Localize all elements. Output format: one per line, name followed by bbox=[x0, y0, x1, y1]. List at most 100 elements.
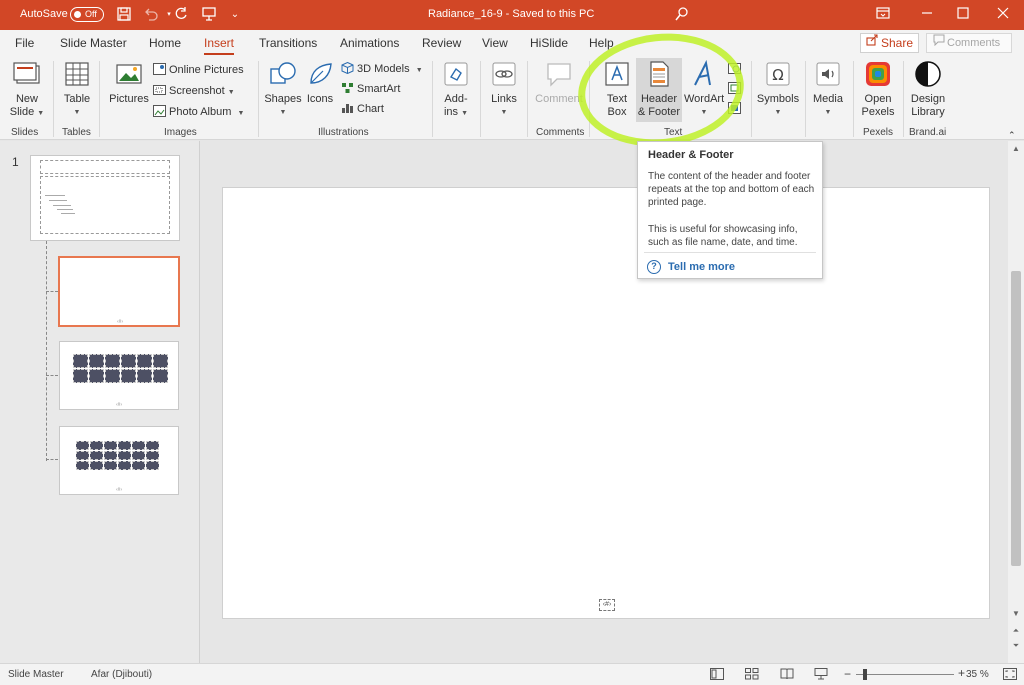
table-cell-placeholder bbox=[104, 461, 117, 470]
tab-insert[interactable]: Insert bbox=[204, 36, 235, 55]
cube-icon bbox=[341, 61, 354, 75]
chevron-down-icon: ▼ bbox=[73, 109, 81, 116]
table-cell-placeholder bbox=[118, 441, 131, 450]
symbols-button[interactable]: Ω Symbols ▼ bbox=[756, 59, 800, 119]
table-cell-placeholder bbox=[73, 354, 88, 368]
present-icon[interactable] bbox=[200, 6, 218, 24]
language-label[interactable]: Afar (Djibouti) bbox=[91, 669, 152, 680]
table-cell-placeholder bbox=[121, 369, 136, 383]
table-cell-placeholder bbox=[153, 354, 168, 368]
layout-thumbnail-grid-2[interactable]: ‹#› bbox=[59, 426, 179, 495]
screenshot-button[interactable]: Screenshot ▼ bbox=[153, 84, 235, 100]
slide-number-placeholder[interactable]: ‹#› bbox=[599, 599, 615, 611]
previous-slide-icon[interactable]: ⏶ bbox=[1008, 626, 1024, 636]
close-icon[interactable] bbox=[993, 5, 1013, 25]
brand-ai-icon bbox=[913, 59, 943, 89]
slide-number-label: 1 bbox=[12, 155, 19, 169]
layout-connector bbox=[46, 291, 58, 292]
normal-view-icon[interactable] bbox=[710, 668, 724, 680]
comments-button[interactable]: Comments bbox=[926, 33, 1012, 53]
chevron-down-icon: ▼ bbox=[279, 109, 287, 116]
minimize-icon[interactable] bbox=[917, 5, 937, 25]
slideshow-icon[interactable] bbox=[814, 668, 828, 680]
customize-toolbar-icon[interactable]: ⌄ bbox=[226, 6, 244, 24]
autosave-toggle[interactable]: Off bbox=[70, 7, 104, 22]
search-icon[interactable] bbox=[673, 6, 691, 24]
title-bar: AutoSave Off ▾ ⌄ Radiance_16-9 - Saved t… bbox=[0, 0, 1024, 30]
tab-review[interactable]: Review bbox=[422, 36, 461, 50]
pexels-icon bbox=[863, 59, 893, 89]
maximize-icon[interactable] bbox=[953, 5, 973, 25]
reading-view-icon[interactable] bbox=[780, 668, 794, 680]
group-label-slides: Slides bbox=[11, 127, 39, 138]
share-button[interactable]: Share bbox=[860, 33, 919, 53]
zoom-level[interactable]: 35 % bbox=[966, 669, 989, 680]
media-button[interactable]: Media ▼ bbox=[810, 59, 846, 119]
undo-icon[interactable] bbox=[142, 6, 160, 24]
fit-to-window-icon[interactable] bbox=[1003, 668, 1017, 680]
slide-canvas[interactable]: ‹#› bbox=[222, 187, 990, 619]
tab-animations[interactable]: Animations bbox=[340, 36, 399, 50]
tab-slide-master[interactable]: Slide Master bbox=[60, 36, 127, 50]
chart-button[interactable]: Chart bbox=[341, 102, 384, 116]
group-separator bbox=[432, 61, 433, 137]
tab-hislide[interactable]: HiSlide bbox=[530, 36, 568, 50]
layout-thumbnail-grid-1[interactable]: ‹#› bbox=[59, 341, 179, 410]
save-icon[interactable] bbox=[115, 6, 133, 24]
comment-button[interactable]: Comment bbox=[533, 59, 585, 106]
table-cell-placeholder bbox=[132, 441, 145, 450]
scrollbar-thumb[interactable] bbox=[1011, 271, 1021, 566]
3d-models-button[interactable]: 3D Models ▼ bbox=[341, 61, 423, 78]
table-button[interactable]: Table ▼ bbox=[60, 59, 94, 119]
new-slide-icon bbox=[12, 59, 42, 89]
layout-thumbnail-blank[interactable]: ‹#› bbox=[58, 256, 180, 327]
table-cell-placeholder bbox=[153, 369, 168, 383]
pictures-button[interactable]: Pictures bbox=[108, 59, 150, 106]
vertical-scrollbar[interactable]: ▲ ▼ ⏶ ⏷ bbox=[1008, 141, 1024, 663]
online-pictures-icon bbox=[153, 63, 166, 75]
tab-home[interactable]: Home bbox=[149, 36, 181, 50]
tab-file[interactable]: File bbox=[15, 36, 34, 50]
table-cell-placeholder bbox=[132, 461, 145, 470]
shapes-button[interactable]: Shapes ▼ bbox=[264, 59, 302, 119]
scroll-up-icon[interactable]: ▲ bbox=[1008, 144, 1024, 153]
collapse-ribbon-icon[interactable]: ⌃ bbox=[1008, 128, 1016, 142]
tell-me-more-link[interactable]: Tell me more bbox=[668, 261, 735, 273]
slide-sorter-icon[interactable] bbox=[745, 668, 759, 680]
links-button[interactable]: Links ▼ bbox=[487, 59, 521, 119]
photo-album-button[interactable]: Photo Album ▼ bbox=[153, 105, 244, 121]
master-slide-thumbnail[interactable] bbox=[30, 155, 180, 241]
photo-album-icon bbox=[153, 105, 166, 117]
zoom-out-button[interactable]: − bbox=[844, 667, 851, 681]
slide-number-placeholder: ‹#› bbox=[116, 487, 123, 493]
open-pexels-button[interactable]: Open Pexels bbox=[858, 59, 898, 119]
smartart-button[interactable]: SmartArt bbox=[341, 82, 400, 96]
tab-insert-label: Insert bbox=[204, 36, 235, 50]
group-label-brand-ai: Brand.ai bbox=[909, 127, 947, 138]
ribbon-display-icon[interactable] bbox=[873, 5, 893, 25]
group-label-illustrations: Illustrations bbox=[318, 127, 369, 138]
pictures-icon bbox=[114, 59, 144, 89]
slide-number-placeholder: ‹#› bbox=[117, 319, 124, 325]
add-ins-button[interactable]: Add- ins ▼ bbox=[439, 59, 473, 120]
open-pexels-label-1: Open bbox=[864, 93, 892, 105]
chevron-down-icon: ▼ bbox=[227, 89, 235, 96]
3d-models-label: 3D Models bbox=[357, 63, 410, 75]
open-pexels-label-2: Pexels bbox=[861, 106, 895, 118]
autosave-state: Off bbox=[85, 9, 97, 19]
icons-button[interactable]: Icons bbox=[304, 59, 336, 106]
next-slide-icon[interactable]: ⏷ bbox=[1008, 641, 1024, 651]
table-cell-placeholder bbox=[89, 369, 104, 383]
scroll-down-icon[interactable]: ▼ bbox=[1008, 609, 1024, 618]
zoom-in-button[interactable]: + bbox=[958, 666, 965, 680]
online-pictures-button[interactable]: Online Pictures bbox=[153, 63, 244, 77]
design-library-button[interactable]: Design Library bbox=[908, 59, 948, 119]
zoom-slider-thumb[interactable] bbox=[863, 669, 867, 680]
tab-view[interactable]: View bbox=[482, 36, 508, 50]
new-slide-button[interactable]: New Slide ▼ bbox=[8, 59, 46, 120]
redo-icon[interactable] bbox=[172, 6, 190, 24]
zoom-slider[interactable] bbox=[856, 674, 954, 675]
comments-label: Comments bbox=[947, 37, 1001, 49]
tab-transitions[interactable]: Transitions bbox=[259, 36, 317, 50]
table-cell-placeholder bbox=[118, 461, 131, 470]
